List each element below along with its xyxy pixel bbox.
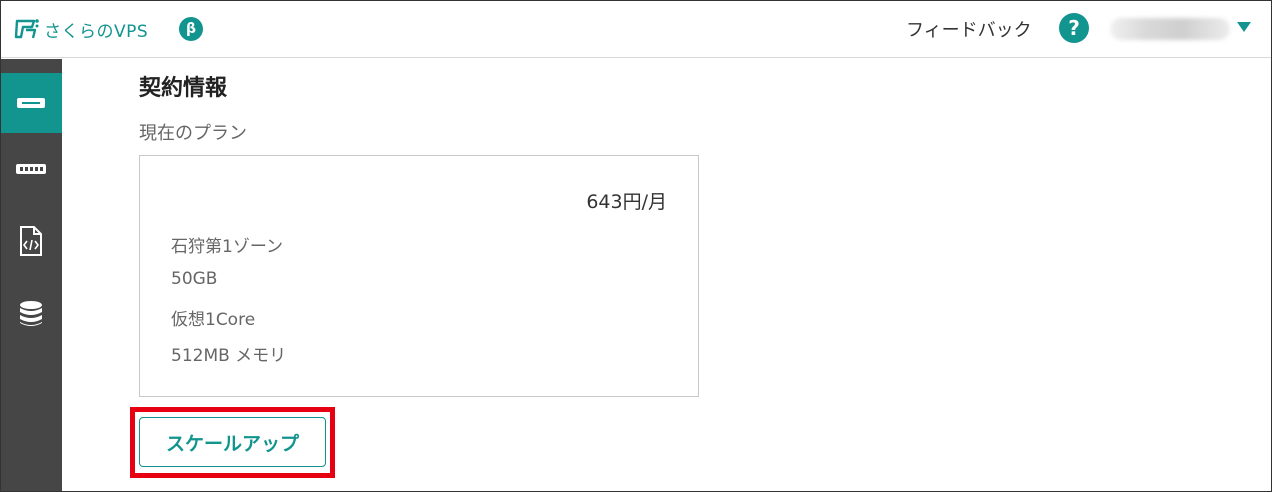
plan-zone: 石狩第1ゾーン — [171, 237, 283, 257]
sidebar-item-script[interactable] — [0, 211, 62, 271]
server-icon — [17, 98, 45, 108]
plan-card: 643円/月 石狩第1ゾーン 50GB 仮想1Core 512MB メモリ — [139, 155, 699, 397]
plan-cpu: 仮想1Core — [171, 310, 256, 330]
current-plan-label: 現在のプラン — [139, 123, 247, 144]
scale-up-button[interactable]: スケールアップ — [139, 417, 326, 467]
database-icon — [20, 301, 42, 326]
switch-icon — [16, 164, 46, 174]
script-file-icon — [20, 226, 42, 256]
sakura-logo-icon — [14, 19, 39, 39]
section-title: 契約情報 — [139, 76, 228, 101]
plan-memory: 512MB メモリ — [171, 346, 287, 366]
top-header: さくらのVPS β フィードバック ? — [0, 0, 1272, 58]
feedback-link[interactable]: フィードバック — [906, 16, 1032, 42]
user-menu[interactable] — [1110, 18, 1230, 40]
sidebar-item-server[interactable] — [0, 73, 62, 133]
sidebar — [0, 59, 62, 492]
main-content: 契約情報 現在のプラン 643円/月 石狩第1ゾーン 50GB 仮想1Core … — [62, 59, 1272, 492]
plan-storage: 50GB — [171, 269, 218, 289]
beta-badge: β — [179, 17, 203, 41]
sidebar-item-database[interactable] — [0, 284, 62, 344]
sakura-vps-logo[interactable]: さくらのVPS — [14, 16, 148, 42]
chevron-down-icon[interactable] — [1237, 22, 1251, 32]
plan-price: 643円/月 — [586, 191, 667, 213]
help-icon[interactable]: ? — [1059, 13, 1089, 43]
sidebar-item-switch[interactable] — [0, 139, 62, 199]
logo-text: さくらのVPS — [44, 21, 149, 42]
